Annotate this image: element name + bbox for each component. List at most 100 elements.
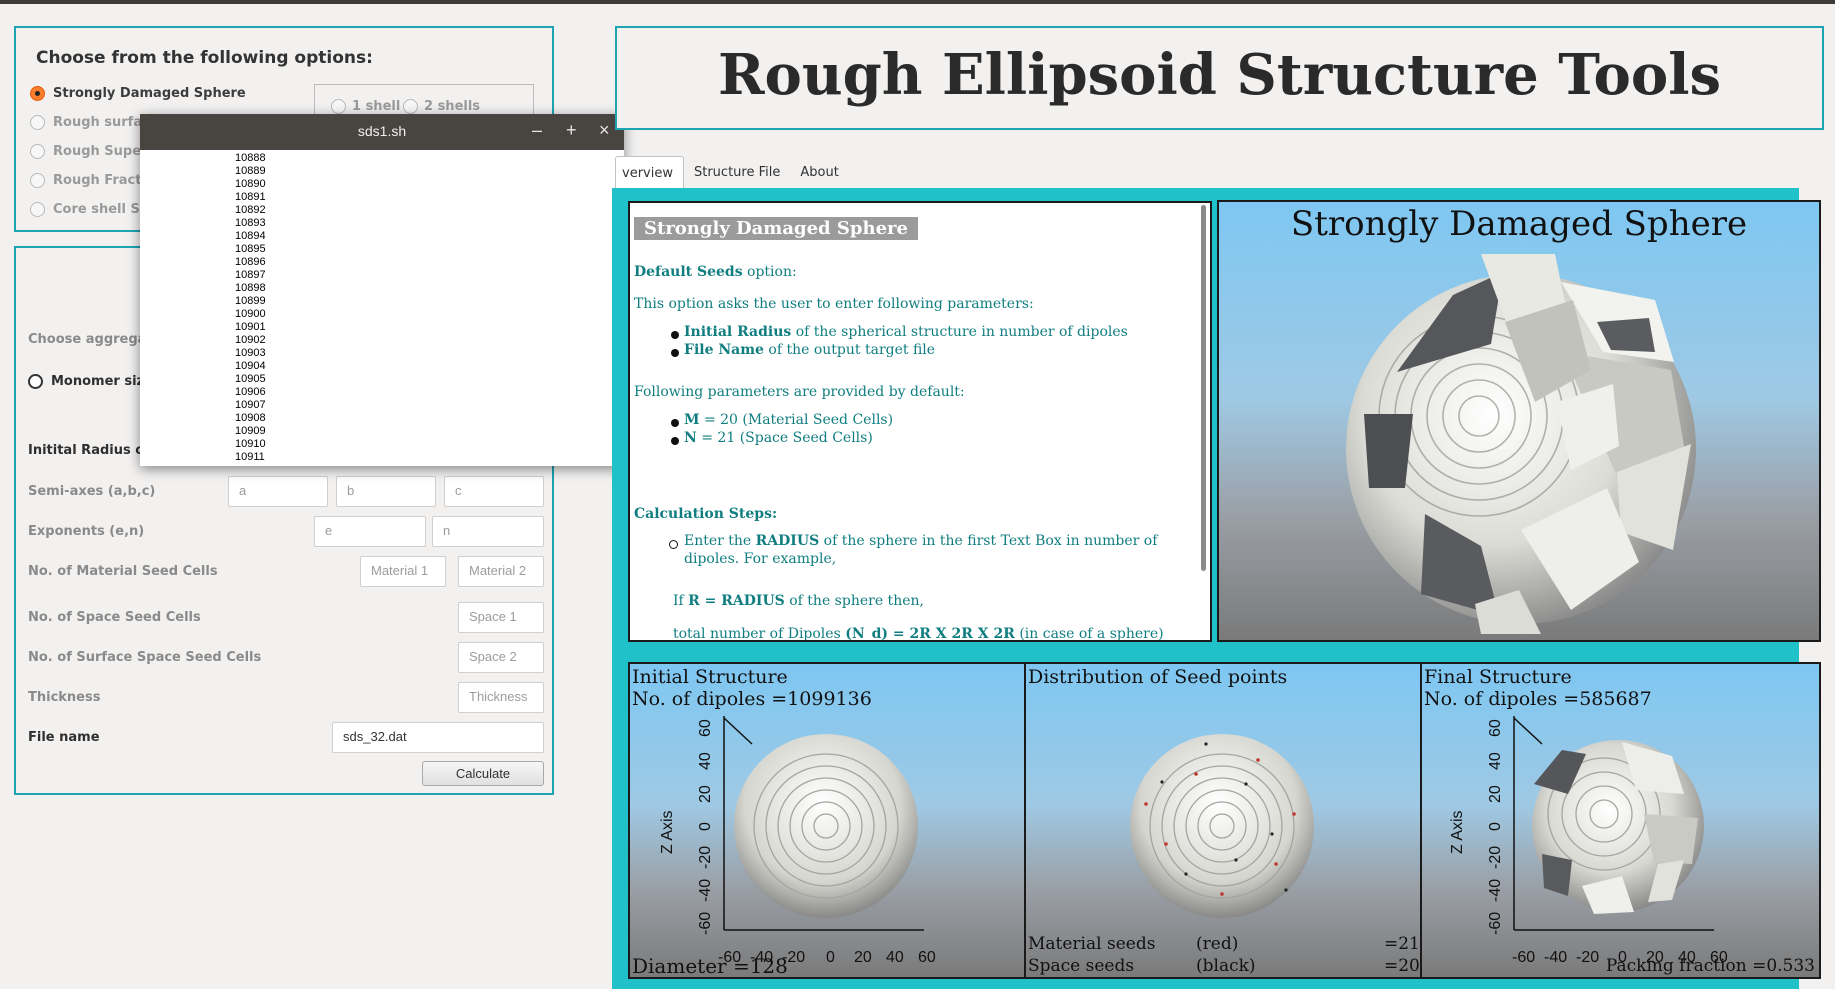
final-structure-plot: Z Axis 60 40 20 0 -20 -40 -60 -60 -40 -2… bbox=[1449, 716, 1728, 966]
radio-strongly-damaged-sphere[interactable]: Strongly Damaged Sphere bbox=[30, 86, 246, 101]
y-tick-label: -60 bbox=[1487, 912, 1504, 935]
space-seeds-label: Space seeds bbox=[1028, 956, 1135, 976]
space-seeds-label: No. of Space Seed Cells bbox=[28, 610, 201, 625]
packing-fraction: Packing fraction =0.533 bbox=[1605, 956, 1815, 976]
material-seeds-color: (red) bbox=[1196, 934, 1239, 954]
terminal-line: 10888 bbox=[235, 152, 266, 164]
material-seeds-label: No. of Material Seed Cells bbox=[28, 564, 218, 579]
bullet-icon bbox=[671, 437, 679, 445]
bullet-icon bbox=[671, 349, 679, 357]
terminal-line: 10900 bbox=[235, 308, 266, 320]
minimize-icon[interactable]: – bbox=[532, 120, 542, 141]
doc-step-1-cont: dipoles. For example, bbox=[684, 551, 837, 567]
material-2-input[interactable]: Material 2 bbox=[458, 556, 544, 587]
doc-following: Following parameters are provided by def… bbox=[634, 384, 965, 400]
terminal-line: 10890 bbox=[235, 178, 266, 190]
y-tick-label: 60 bbox=[697, 719, 714, 737]
tab-structure-file[interactable]: Structure File bbox=[684, 156, 790, 188]
terminal-line: 10908 bbox=[235, 412, 266, 424]
initial-diameter: Diameter =128 bbox=[632, 954, 788, 978]
doc-m-value: M = 20 (Material Seed Cells) bbox=[684, 412, 894, 428]
y-tick-label: -40 bbox=[697, 879, 714, 902]
doc-scrollbar[interactable] bbox=[1201, 205, 1206, 571]
y-tick-label: -60 bbox=[697, 912, 714, 935]
radio-icon bbox=[30, 144, 45, 159]
material-1-input[interactable]: Material 1 bbox=[360, 556, 446, 587]
exponents-label: Exponents (e,n) bbox=[28, 524, 145, 539]
terminal-line: 10906 bbox=[235, 386, 266, 398]
space-1-input[interactable]: Space 1 bbox=[458, 602, 544, 633]
x-tick-label: 20 bbox=[854, 949, 872, 966]
exponent-e-input[interactable]: e bbox=[314, 516, 426, 547]
doc-asks: This option asks the user to enter follo… bbox=[634, 296, 1034, 312]
semiaxis-a-input[interactable]: a bbox=[228, 476, 328, 507]
y-tick-label: 20 bbox=[697, 785, 714, 803]
terminal-line: 10896 bbox=[235, 256, 266, 268]
x-tick-label: 60 bbox=[918, 949, 936, 966]
tab-about[interactable]: About bbox=[790, 156, 848, 188]
y-tick-label: 0 bbox=[697, 822, 714, 831]
radio-icon bbox=[30, 173, 45, 188]
seed-distribution-panel: Distribution of Seed points Material see… bbox=[1024, 662, 1422, 979]
exponent-n-input[interactable]: n bbox=[432, 516, 544, 547]
radio-icon bbox=[331, 99, 346, 114]
radio-rough-superellipsoid[interactable]: Rough Supere bbox=[30, 144, 156, 159]
circle-bullet-icon bbox=[669, 540, 678, 549]
terminal-line: 10897 bbox=[235, 269, 266, 281]
final-structure-panel: Final Structure No. of dipoles =585687 Z… bbox=[1420, 662, 1821, 979]
space-seeds-count: =20 bbox=[1384, 956, 1420, 976]
y-tick-label: -20 bbox=[1487, 846, 1504, 869]
filename-label: File name bbox=[28, 730, 100, 745]
calculate-button[interactable]: Calculate bbox=[422, 761, 544, 786]
doc-calc-steps: Calculation Steps: bbox=[634, 506, 778, 522]
structure-render: Strongly Damaged Sphere bbox=[1217, 200, 1821, 642]
space-2-input[interactable]: Space 2 bbox=[458, 642, 544, 673]
semiaxis-b-input[interactable]: b bbox=[336, 476, 436, 507]
z-axis-label: Z Axis bbox=[659, 810, 676, 854]
terminal-line: 10907 bbox=[235, 399, 266, 411]
terminal-window: sds1.sh – + × 10888 10889 10890 10891 10892 1… bbox=[140, 114, 624, 466]
maximize-icon[interactable]: + bbox=[566, 120, 577, 141]
y-tick-label: 20 bbox=[1487, 785, 1504, 803]
radio-label: 2 shells bbox=[424, 99, 481, 114]
radio-icon bbox=[30, 202, 45, 217]
z-axis-label: Z Axis bbox=[1449, 810, 1466, 854]
radio-monomer-size[interactable]: Monomer size bbox=[28, 374, 153, 389]
terminal-line: 10892 bbox=[235, 204, 266, 216]
initial-structure-panel: Initial Structure No. of dipoles =109913… bbox=[628, 662, 1026, 979]
x-tick-label: 0 bbox=[826, 949, 835, 966]
terminal-line: 10893 bbox=[235, 217, 266, 229]
close-icon[interactable]: × bbox=[599, 120, 610, 141]
tab-overview[interactable]: verview bbox=[615, 156, 684, 188]
radio-1-shell[interactable]: 1 shell bbox=[331, 99, 400, 114]
terminal-line: 10911 bbox=[235, 451, 265, 463]
bullet-icon bbox=[671, 419, 679, 427]
doc-param-filename: File Name of the output target file bbox=[684, 342, 936, 358]
terminal-output: 10888 10889 10890 10891 10892 10893 10894 10895… bbox=[235, 152, 266, 464]
terminal-line: 10898 bbox=[235, 282, 266, 294]
semiaxes-label: Semi-axes (a,b,c) bbox=[28, 484, 156, 499]
x-tick-label: -60 bbox=[1512, 949, 1535, 966]
material-seeds-count: =21 bbox=[1384, 934, 1420, 954]
radio-rough-fractal[interactable]: Rough Fractal bbox=[30, 173, 155, 188]
filename-input[interactable]: sds_32.dat bbox=[332, 722, 544, 753]
thickness-input[interactable]: Thickness bbox=[458, 682, 544, 713]
doc-step-1: Enter the RADIUS of the sphere in the fi… bbox=[684, 533, 1158, 549]
y-tick-label: 60 bbox=[1487, 719, 1504, 737]
terminal-title: sds1.sh bbox=[357, 123, 407, 139]
app-title-box: Rough Ellipsoid Structure Tools bbox=[615, 26, 1824, 130]
doc-if-radius: If R = RADIUS of the sphere then, bbox=[673, 593, 924, 609]
terminal-line: 10899 bbox=[235, 295, 266, 307]
thickness-label: Thickness bbox=[28, 690, 101, 705]
options-title: Choose from the following options: bbox=[36, 48, 373, 68]
terminal-titlebar[interactable]: sds1.sh – + × bbox=[140, 114, 624, 150]
y-tick-label: 40 bbox=[1487, 752, 1504, 770]
semiaxis-c-input[interactable]: c bbox=[444, 476, 544, 507]
seed-distribution-plot bbox=[1130, 734, 1314, 918]
radio-2-shells[interactable]: 2 shells bbox=[403, 99, 480, 114]
help-document: Strongly Damaged Sphere Default Seeds op… bbox=[628, 201, 1212, 642]
surface-seeds-label: No. of Surface Space Seed Cells bbox=[28, 650, 262, 665]
doc-heading: Strongly Damaged Sphere bbox=[634, 217, 918, 240]
y-tick-label: -40 bbox=[1487, 879, 1504, 902]
terminal-line: 10910 bbox=[235, 438, 266, 450]
